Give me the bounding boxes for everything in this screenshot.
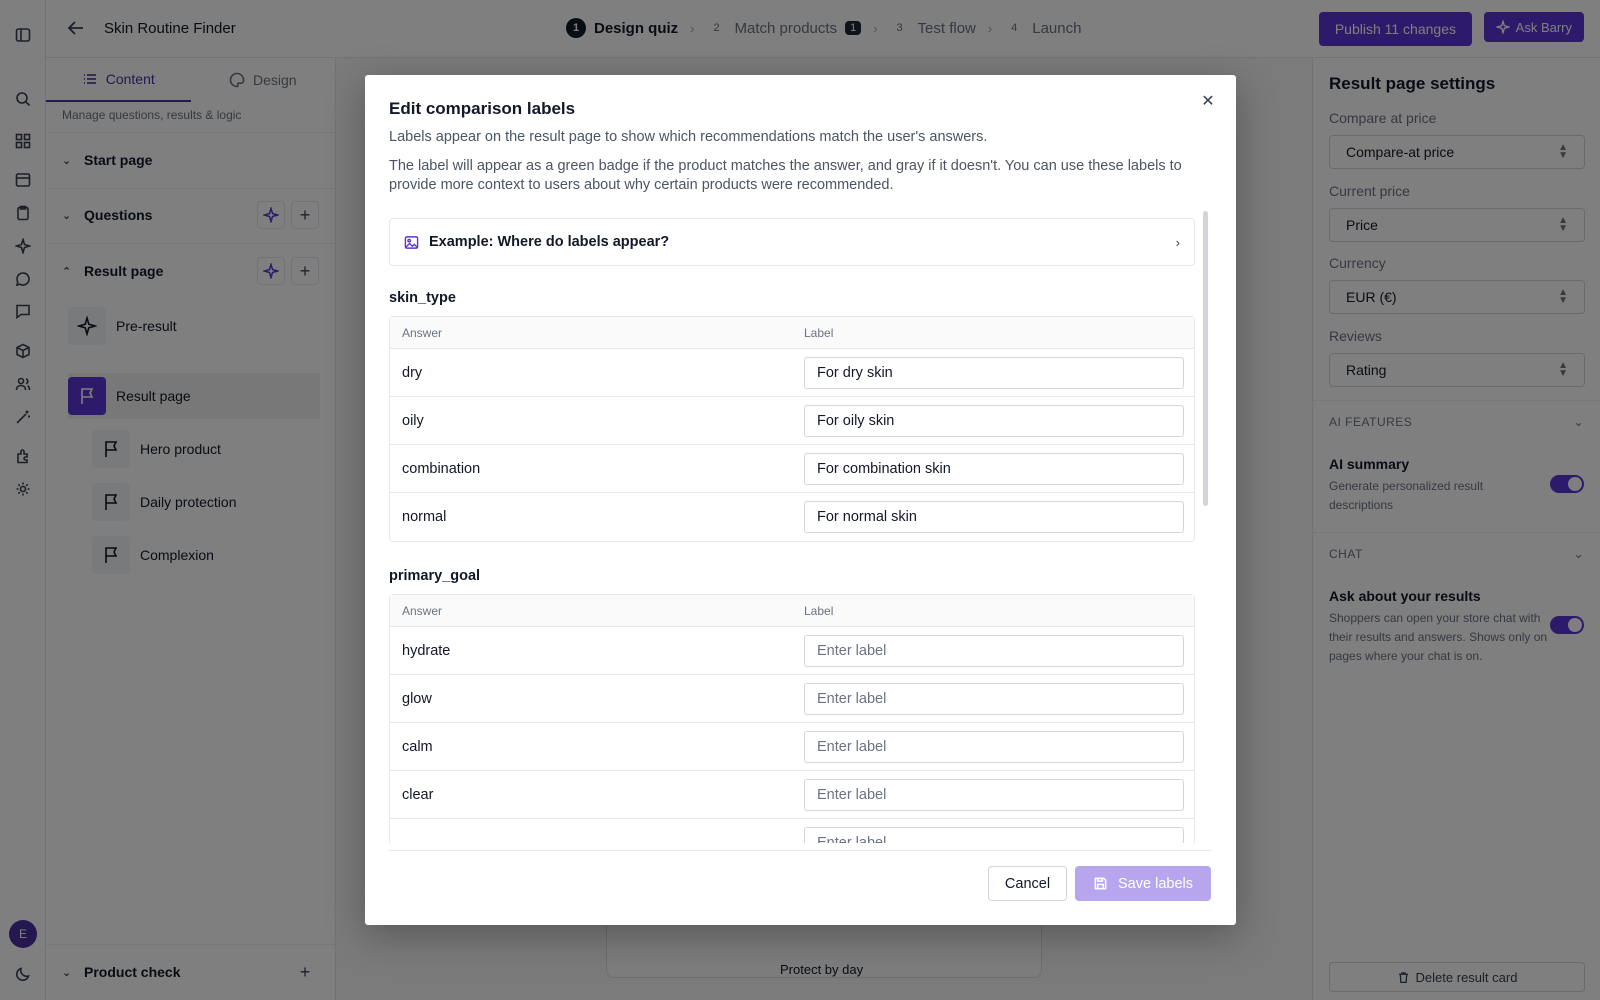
column-header: Answer — [402, 603, 443, 618]
modal-description: The label will appear as a green badge i… — [389, 158, 1182, 193]
example-accordion[interactable]: Example: Where do labels appear? › — [389, 218, 1195, 266]
chevron-right-icon: › — [1175, 234, 1180, 250]
group-title: primary_goal — [389, 568, 481, 584]
label-input[interactable] — [804, 452, 1184, 485]
table-row: calm — [390, 723, 1194, 771]
image-icon — [404, 235, 419, 250]
table-row: normal — [390, 493, 1194, 541]
edit-labels-modal: Edit comparison labels ✕ Labels appear o… — [365, 75, 1236, 925]
column-header: Label — [804, 603, 834, 618]
cancel-button[interactable]: Cancel — [988, 866, 1067, 901]
label-input[interactable] — [804, 682, 1184, 715]
label-input[interactable] — [804, 501, 1184, 533]
table-row: oily — [390, 397, 1194, 445]
table-row — [390, 819, 1194, 843]
column-header: Label — [804, 325, 834, 340]
table-row: hydrate — [390, 627, 1194, 675]
scrollbar[interactable] — [1203, 211, 1208, 506]
modal-scroll-area[interactable]: Example: Where do labels appear? › skin_… — [389, 218, 1197, 843]
table-row: combination — [390, 445, 1194, 493]
label-input[interactable] — [804, 634, 1184, 667]
column-header: Answer — [402, 325, 443, 340]
save-labels-button[interactable]: Save labels — [1075, 866, 1211, 901]
close-icon[interactable]: ✕ — [1198, 91, 1218, 111]
labels-table: Answer Label dry oily combination normal — [389, 316, 1195, 542]
table-row: glow — [390, 675, 1194, 723]
table-row: clear — [390, 771, 1194, 819]
labels-table: Answer Label hydrate glow calm clear — [389, 594, 1195, 843]
label-input[interactable] — [804, 778, 1184, 811]
label-input[interactable] — [804, 356, 1184, 389]
table-row: dry — [390, 349, 1194, 397]
label-input[interactable] — [804, 404, 1184, 437]
save-icon — [1094, 877, 1107, 890]
label-input[interactable] — [804, 730, 1184, 763]
group-title: skin_type — [389, 290, 456, 306]
divider — [389, 850, 1211, 851]
modal-title: Edit comparison labels — [389, 99, 576, 118]
label-input[interactable] — [804, 827, 1184, 843]
modal-description: Labels appear on the result page to show… — [389, 129, 988, 145]
